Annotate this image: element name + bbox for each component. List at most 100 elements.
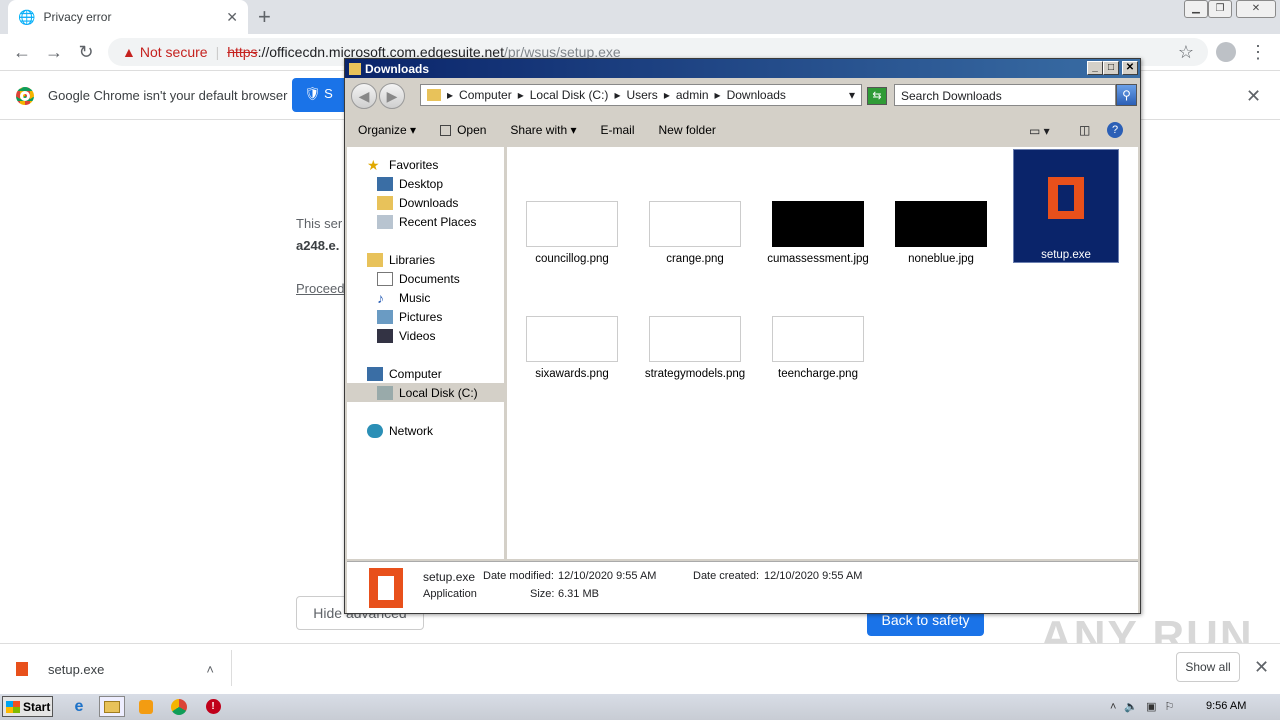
breadcrumb-item[interactable]: admin <box>676 88 709 102</box>
ie-icon[interactable]: e <box>66 696 92 717</box>
network-icon <box>367 423 383 438</box>
nav-libraries[interactable]: Libraries <box>347 250 504 269</box>
nav-favorites[interactable]: ★ Favorites <box>347 155 504 174</box>
chevron-up-icon[interactable]: ˄ <box>206 662 214 677</box>
divider <box>231 650 232 686</box>
details-filename: setup.exe <box>423 570 476 584</box>
nav-music[interactable]: ♪ Music <box>347 288 504 307</box>
breadcrumb-item[interactable]: Local Disk (C:) <box>530 88 609 102</box>
reload-icon[interactable]: ↻ <box>74 40 98 64</box>
organize-button[interactable]: Organize ▾ <box>358 123 416 137</box>
not-secure-label[interactable]: Not secure <box>140 44 208 60</box>
nav-desktop[interactable]: Desktop <box>347 174 504 193</box>
nav-computer[interactable]: Computer <box>347 364 504 383</box>
file-item-selected[interactable]: setup.exe <box>1014 167 1118 261</box>
file-item[interactable]: cumassessment.jpg <box>766 201 870 265</box>
shield-icon: 🛡 <box>304 86 321 101</box>
download-bar-close-icon[interactable]: ✕ <box>1254 657 1269 678</box>
forward-arrow-icon[interactable]: → <box>42 40 66 64</box>
details-modified-label: Date modified: <box>483 570 554 582</box>
download-filename: setup.exe <box>48 661 105 677</box>
stop-icon[interactable]: ! <box>200 696 226 717</box>
details-modified: 12/10/2020 9:55 AM <box>558 570 657 582</box>
download-item[interactable]: setup.exe ˄ <box>16 656 232 682</box>
back-arrow-icon[interactable]: ← <box>10 40 34 64</box>
nav-recent-places[interactable]: Recent Places <box>347 212 504 231</box>
star-icon[interactable]: ☆ <box>1174 40 1198 64</box>
recent-places-icon <box>377 214 393 229</box>
folder-icon <box>349 62 361 75</box>
details-size: 6.31 MB <box>558 588 599 600</box>
file-item[interactable]: strategymodels.png <box>643 316 747 380</box>
media-player-icon[interactable] <box>133 696 159 717</box>
infobar-close-icon[interactable]: ✕ <box>1246 86 1261 107</box>
nav-pictures[interactable]: Pictures <box>347 307 504 326</box>
breadcrumb[interactable]: ▸ Computer ▸ Local Disk (C:) ▸ Users ▸ admin… <box>420 84 862 106</box>
breadcrumb-item[interactable]: Users <box>626 88 657 102</box>
start-button[interactable]: Start <box>2 696 53 717</box>
image-thumbnail <box>649 316 741 362</box>
chrome-taskbar-icon[interactable] <box>166 696 192 717</box>
explorer-taskbar-icon[interactable] <box>99 696 125 717</box>
tab-title: Privacy error <box>43 10 112 24</box>
search-icon[interactable]: ⚲ <box>1116 84 1137 106</box>
chevron-down-icon[interactable]: ▾ <box>849 88 855 102</box>
breadcrumb-item[interactable]: Computer <box>459 88 512 102</box>
chrome-logo-icon <box>16 86 34 105</box>
search-input[interactable]: Search Downloads <box>894 84 1116 106</box>
close-window-button[interactable]: ✕ <box>1236 0 1276 18</box>
email-button[interactable]: E-mail <box>600 123 634 137</box>
set-default-button[interactable]: 🛡 S <box>292 78 352 112</box>
maximize-button[interactable]: □ <box>1103 61 1119 75</box>
open-button[interactable]: Open <box>440 123 486 137</box>
file-item[interactable]: teencharge.png <box>766 316 870 380</box>
menu-icon[interactable]: ⋮ <box>1246 40 1270 64</box>
documents-icon <box>377 271 393 286</box>
tab-privacy-error[interactable]: 🌐 Privacy error ✕ <box>8 0 248 34</box>
minimize-button[interactable]: ▁ <box>1184 0 1208 18</box>
drive-icon <box>377 385 393 400</box>
close-button[interactable]: ✕ <box>1122 61 1138 75</box>
address-row: ◀ ▶ ▸ Computer ▸ Local Disk (C:) ▸ Users ▸ a… <box>345 79 1140 113</box>
music-icon: ♪ <box>377 289 384 306</box>
system-tray-icons[interactable]: ˄🔈▣⚐ <box>1110 700 1182 713</box>
back-button[interactable]: ◀ <box>351 83 377 109</box>
forward-button[interactable]: ▶ <box>379 83 405 109</box>
share-with-button[interactable]: Share with ▾ <box>510 123 576 137</box>
window-titlebar[interactable]: Downloads <box>345 59 1140 78</box>
breadcrumb-item[interactable]: Downloads <box>727 88 786 102</box>
error-host: a248.e. <box>296 238 340 253</box>
new-folder-button[interactable]: New folder <box>659 123 716 137</box>
proceed-link[interactable]: Proceed <box>296 281 344 296</box>
view-icon[interactable]: ▭ ▾ <box>1029 124 1050 138</box>
nav-local-disk[interactable]: Local Disk (C:) <box>347 383 504 402</box>
avatar[interactable] <box>1214 40 1238 64</box>
windows-logo-icon <box>6 700 20 713</box>
close-icon[interactable]: ✕ <box>226 9 238 26</box>
preview-pane-icon[interactable]: ◫ <box>1079 123 1090 137</box>
restore-button[interactable]: ❐ <box>1208 0 1232 18</box>
downloads-icon <box>377 195 393 210</box>
clock[interactable]: 9:56 AM <box>1206 700 1246 712</box>
file-item[interactable]: councillog.png <box>520 201 624 265</box>
file-item[interactable]: sixawards.png <box>520 316 624 380</box>
minimize-button[interactable]: _ <box>1087 61 1103 75</box>
desktop-icon <box>377 176 393 191</box>
videos-icon <box>377 328 393 343</box>
file-item[interactable]: crange.png <box>643 201 747 265</box>
star-icon: ★ <box>367 156 380 173</box>
details-pane: setup.exe Date modified: 12/10/2020 9:55… <box>347 561 1138 613</box>
file-item[interactable]: noneblue.jpg <box>889 201 993 265</box>
help-icon[interactable]: ? <box>1107 122 1123 138</box>
nav-downloads[interactable]: Downloads <box>347 193 504 212</box>
navigation-pane: ★ Favorites Desktop Downloads Recent Plac… <box>347 147 504 559</box>
show-all-button[interactable]: Show all <box>1176 652 1240 682</box>
nav-documents[interactable]: Documents <box>347 269 504 288</box>
nav-network[interactable]: Network <box>347 421 504 440</box>
image-thumbnail <box>526 316 618 362</box>
error-text: This ser <box>296 216 343 231</box>
nav-videos[interactable]: Videos <box>347 326 504 345</box>
refresh-icon[interactable]: ⇆ <box>867 87 887 105</box>
image-thumbnail <box>649 201 741 247</box>
new-tab-button[interactable]: + <box>258 4 271 30</box>
